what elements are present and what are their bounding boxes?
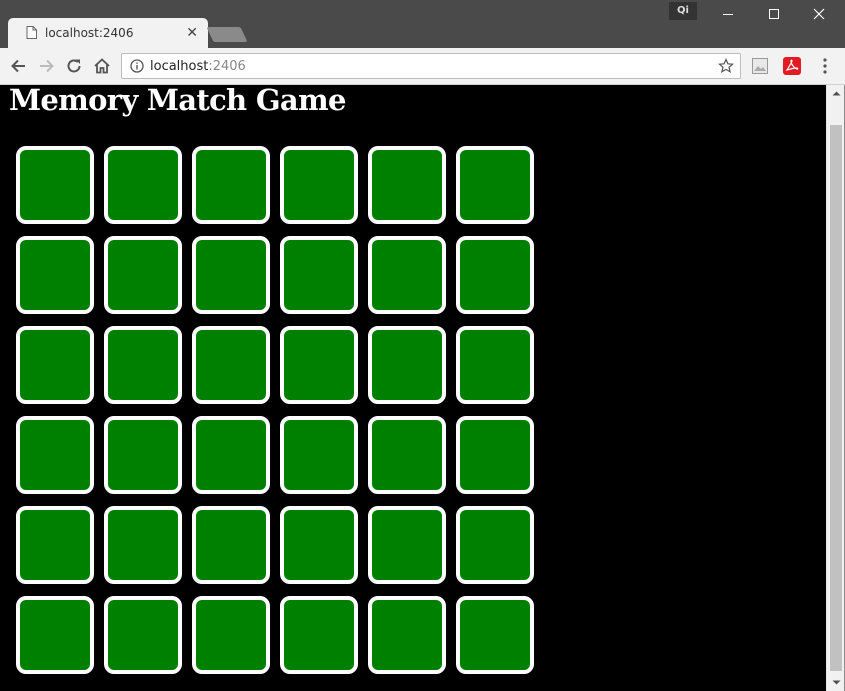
window-title-bar: localhost:2406 ✕ Qi	[0, 0, 845, 48]
memory-card[interactable]	[280, 236, 358, 314]
tab-title: localhost:2406	[45, 26, 134, 40]
maximize-button[interactable]	[751, 0, 797, 28]
card-grid	[15, 146, 535, 674]
memory-card[interactable]	[104, 146, 182, 224]
memory-card[interactable]	[16, 596, 94, 674]
minimize-icon	[723, 14, 733, 15]
maximize-icon	[769, 9, 779, 19]
memory-card[interactable]	[368, 326, 446, 404]
scrollbar-thumb[interactable]	[830, 125, 842, 671]
address-bar[interactable]: localhost:2406	[121, 53, 741, 79]
tab-close-icon[interactable]: ✕	[186, 26, 198, 40]
acrobat-icon	[785, 59, 799, 71]
memory-card[interactable]	[16, 326, 94, 404]
memory-card[interactable]	[192, 236, 270, 314]
memory-card[interactable]	[104, 236, 182, 314]
memory-card[interactable]	[456, 326, 534, 404]
memory-card[interactable]	[16, 146, 94, 224]
memory-card[interactable]	[280, 596, 358, 674]
memory-card[interactable]	[16, 416, 94, 494]
memory-card[interactable]	[16, 236, 94, 314]
url-host: localhost	[150, 59, 209, 74]
memory-card[interactable]	[104, 596, 182, 674]
memory-card[interactable]	[456, 506, 534, 584]
memory-card[interactable]	[104, 326, 182, 404]
memory-card[interactable]	[456, 416, 534, 494]
scroll-up-arrow-icon[interactable]	[827, 85, 845, 102]
memory-card[interactable]	[104, 416, 182, 494]
scroll-down-arrow-icon[interactable]	[827, 674, 845, 691]
memory-card[interactable]	[192, 146, 270, 224]
memory-card[interactable]	[456, 236, 534, 314]
page-viewport: Memory Match Game	[0, 85, 826, 691]
pdf-extension-icon[interactable]	[783, 57, 801, 75]
image-extension-icon[interactable]	[752, 58, 768, 74]
forward-arrow-icon[interactable]	[36, 56, 56, 76]
vertical-scrollbar[interactable]	[826, 85, 845, 691]
memory-card[interactable]	[280, 506, 358, 584]
memory-card[interactable]	[368, 146, 446, 224]
url-port: :2406	[208, 59, 246, 74]
browser-toolbar: localhost:2406	[0, 48, 845, 85]
minimize-button[interactable]	[705, 0, 751, 28]
bookmark-star-icon[interactable]	[718, 58, 734, 74]
home-icon[interactable]	[92, 56, 112, 76]
memory-card[interactable]	[192, 596, 270, 674]
info-icon[interactable]	[130, 59, 144, 73]
memory-card[interactable]	[192, 326, 270, 404]
memory-card[interactable]	[280, 146, 358, 224]
close-icon	[813, 8, 825, 20]
reload-icon[interactable]	[64, 56, 84, 76]
page-title: Memory Match Game	[9, 85, 346, 117]
memory-card[interactable]	[280, 416, 358, 494]
memory-card[interactable]	[368, 416, 446, 494]
memory-card[interactable]	[456, 596, 534, 674]
browser-tab[interactable]: localhost:2406 ✕	[8, 18, 208, 48]
memory-card[interactable]	[368, 596, 446, 674]
close-window-button[interactable]	[797, 0, 843, 28]
memory-card[interactable]	[456, 146, 534, 224]
memory-card[interactable]	[368, 506, 446, 584]
memory-card[interactable]	[104, 506, 182, 584]
back-arrow-icon[interactable]	[9, 56, 29, 76]
extension-badge[interactable]: Qi	[669, 2, 697, 20]
new-tab-button[interactable]	[206, 27, 248, 42]
url-text: localhost:2406	[150, 59, 246, 75]
menu-dots-icon[interactable]	[818, 57, 832, 75]
document-icon	[26, 26, 37, 39]
memory-card[interactable]	[192, 506, 270, 584]
memory-card[interactable]	[16, 506, 94, 584]
memory-card[interactable]	[368, 236, 446, 314]
memory-card[interactable]	[192, 416, 270, 494]
memory-card[interactable]	[280, 326, 358, 404]
